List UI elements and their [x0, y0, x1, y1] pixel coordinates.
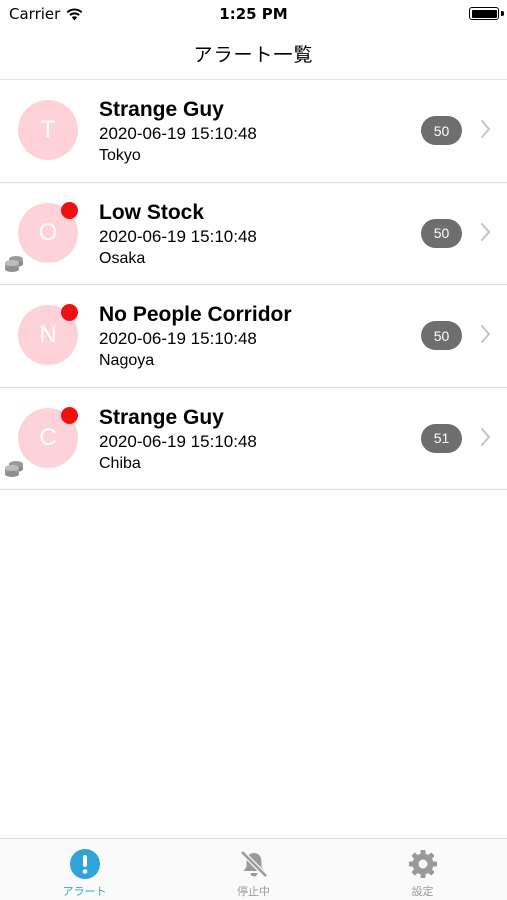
list-item[interactable]: N No People Corridor 2020-06-19 15:10:48…: [0, 285, 507, 388]
tab-alerts[interactable]: アラート: [0, 839, 169, 900]
chevron-right-icon: [481, 427, 491, 446]
unread-dot: [61, 406, 78, 424]
alert-title: No People Corridor: [99, 303, 292, 326]
count-badge: 51: [421, 423, 462, 453]
list-item[interactable]: O Low Stock 2020-06-19 15:10:48 Osaka 50: [0, 182, 507, 285]
battery-icon: [469, 7, 499, 20]
tab-label: 設定: [411, 885, 434, 898]
chevron-right-icon: [481, 120, 491, 138]
alert-location: Nagoya: [99, 352, 155, 369]
alert-timestamp: 2020-06-19 15:10:48: [99, 431, 257, 451]
alert-location: Chiba: [99, 454, 141, 472]
tab-label: 停止中: [237, 885, 270, 898]
alert-texts: Strange Guy 2020-06-19 15:10:48 Chiba: [99, 405, 257, 475]
count-badge: 50: [421, 116, 462, 145]
alert-title: Strange Guy: [99, 405, 224, 429]
status-time: 1:25 PM: [219, 5, 288, 23]
gear-icon: [406, 847, 440, 881]
unread-dot: [61, 201, 78, 219]
page-title: アラート一覧: [193, 44, 314, 66]
count-badge: 50: [421, 321, 462, 350]
alert-title: Strange Guy: [99, 98, 224, 121]
status-bar: Carrier 1:25 PM: [0, 0, 507, 28]
battery-tip: [501, 11, 504, 16]
alert-location: Tokyo: [99, 147, 141, 164]
alert-texts: Strange Guy 2020-06-19 15:10:48 Tokyo: [99, 97, 257, 167]
avatar: T: [18, 100, 78, 160]
alert-list: T Strange Guy 2020-06-19 15:10:48 Tokyo …: [0, 80, 507, 490]
alert-location: Osaka: [99, 249, 146, 267]
alert-timestamp: 2020-06-19 15:10:48: [99, 124, 257, 143]
tab-muted[interactable]: 停止中: [169, 839, 338, 900]
alert-timestamp: 2020-06-19 15:10:48: [99, 329, 257, 348]
count-badge: 50: [421, 218, 462, 248]
navigation-bar: アラート一覧: [0, 28, 507, 80]
tab-settings[interactable]: 設定: [338, 839, 507, 900]
chevron-right-icon: [481, 222, 491, 241]
alert-icon: [68, 847, 102, 881]
list-item[interactable]: C Strange Guy 2020-06-19 15:10:48 Chiba …: [0, 387, 507, 490]
alert-texts: No People Corridor 2020-06-19 15:10:48 N…: [99, 302, 292, 372]
coins-icon: [5, 255, 23, 272]
alert-timestamp: 2020-06-19 15:10:48: [99, 226, 257, 246]
tab-label: アラート: [62, 885, 107, 898]
chevron-right-icon: [481, 325, 491, 343]
unread-dot: [61, 304, 78, 321]
alert-title: Low Stock: [99, 200, 205, 224]
alert-texts: Low Stock 2020-06-19 15:10:48 Osaka: [99, 200, 257, 270]
muted-bell-icon: [237, 847, 271, 881]
coins-icon: [5, 460, 23, 477]
list-item[interactable]: T Strange Guy 2020-06-19 15:10:48 Tokyo …: [0, 80, 507, 183]
tab-bar: アラート 停止中 設定: [0, 838, 507, 900]
